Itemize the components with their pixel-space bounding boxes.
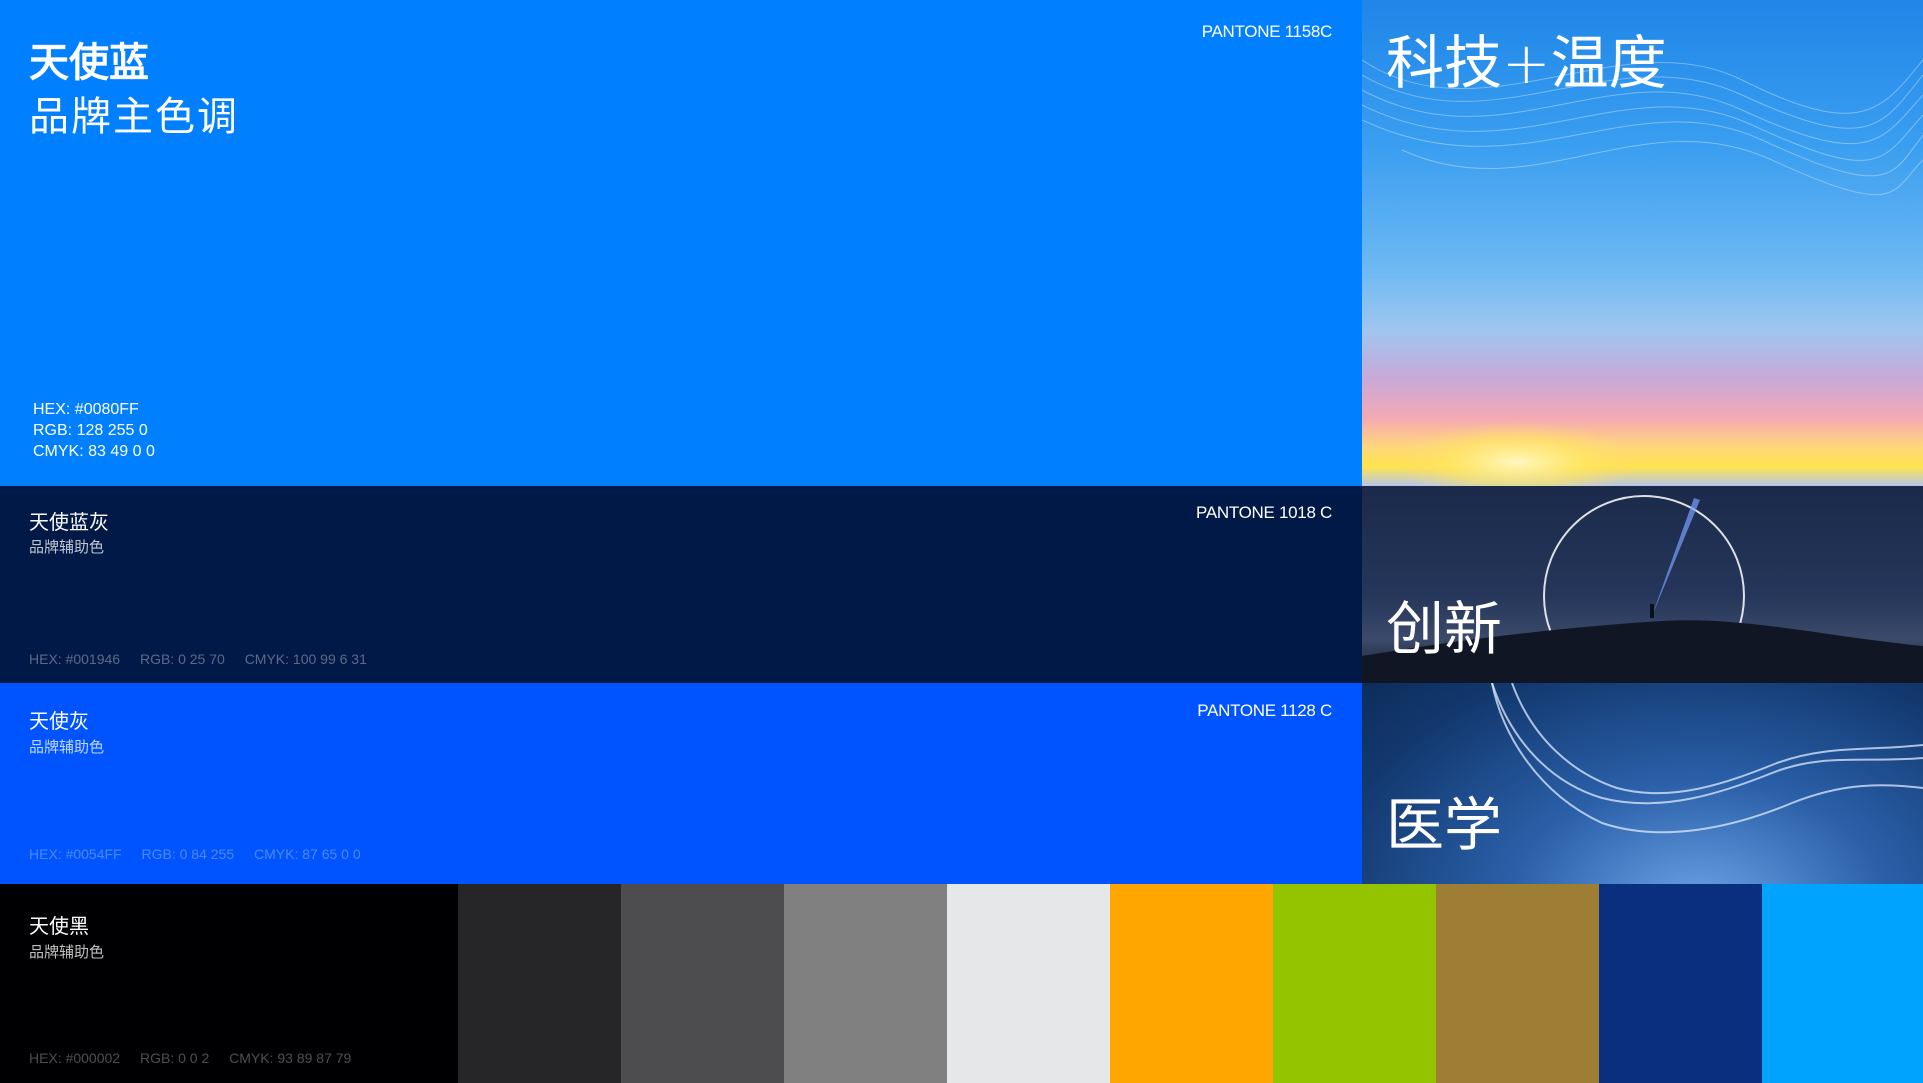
secondary-color-block-3: 天使黑 品牌辅助色 HEX: #000002 RGB: 0 0 2 CMYK: … xyxy=(0,884,458,1083)
image-tech-warmth: 科技+温度 xyxy=(1362,0,1923,486)
primary-hex: HEX: #0080FF xyxy=(33,401,139,418)
primary-pantone: PANTONE 1158C xyxy=(1201,22,1333,41)
secondary-2-name: 天使灰 xyxy=(29,709,89,733)
secondary-1-name: 天使蓝灰 xyxy=(29,510,109,534)
secondary-3-cmyk: CMYK: 93 89 87 79 xyxy=(229,1050,352,1066)
swatch-6 xyxy=(1273,884,1436,1083)
swatch-5 xyxy=(1110,884,1273,1083)
image-innovation: 创新 xyxy=(1362,486,1923,683)
secondary-1-subtitle: 品牌辅助色 xyxy=(29,538,105,556)
primary-rgb: RGB: 128 255 0 xyxy=(33,422,148,439)
swatch-8 xyxy=(1599,884,1762,1083)
secondary-2-hex: HEX: #0054FF xyxy=(29,846,122,862)
secondary-3-name: 天使黑 xyxy=(29,914,89,938)
swatch-9 xyxy=(1762,884,1923,1083)
secondary-1-rgb: RGB: 0 25 70 xyxy=(139,651,225,667)
primary-codes: HEX: #0080FF RGB: 128 255 0 CMYK: 83 49 … xyxy=(33,399,155,462)
secondary-color-block-2: 天使灰 品牌辅助色 PANTONE 1128 C HEX: #0054FF RG… xyxy=(0,683,1362,884)
secondary-3-rgb: RGB: 0 0 2 xyxy=(139,1050,210,1066)
image-label-medicine: 医学 xyxy=(1386,791,1503,859)
image-label-tech-warmth: 科技+温度 xyxy=(1386,29,1667,97)
secondary-3-hex: HEX: #000002 xyxy=(29,1050,121,1066)
secondary-3-subtitle: 品牌辅助色 xyxy=(29,943,105,961)
swatch-3 xyxy=(784,884,947,1083)
primary-color-block: 天使蓝 品牌主色调 PANTONE 1158C HEX: #0080FF RGB… xyxy=(0,0,1362,486)
secondary-2-cmyk: CMYK: 87 65 0 0 xyxy=(254,846,361,862)
secondary-3-codes: HEX: #000002 RGB: 0 0 2 CMYK: 93 89 87 7… xyxy=(29,1050,367,1066)
secondary-1-codes: HEX: #001946 RGB: 0 25 70 CMYK: 100 99 6… xyxy=(29,651,383,667)
secondary-2-codes: HEX: #0054FF RGB: 0 84 255 CMYK: 87 65 0… xyxy=(29,846,377,862)
swatch-7 xyxy=(1436,884,1599,1083)
image-medicine: 医学 xyxy=(1362,683,1923,884)
secondary-1-pantone: PANTONE 1018 C xyxy=(1196,503,1332,522)
swatch-4 xyxy=(947,884,1110,1083)
secondary-2-subtitle: 品牌辅助色 xyxy=(29,738,105,756)
primary-color-subtitle: 品牌主色调 xyxy=(29,94,239,140)
swatch-2 xyxy=(621,884,784,1083)
primary-color-name: 天使蓝 xyxy=(29,40,149,86)
secondary-2-rgb: RGB: 0 84 255 xyxy=(141,846,235,862)
secondary-1-hex: HEX: #001946 xyxy=(29,651,121,667)
swatch-1 xyxy=(458,884,621,1083)
secondary-color-block-1: 天使蓝灰 品牌辅助色 PANTONE 1018 C HEX: #001946 R… xyxy=(0,486,1362,683)
secondary-1-cmyk: CMYK: 100 99 6 31 xyxy=(244,651,367,667)
image-label-innovation: 创新 xyxy=(1386,595,1503,663)
secondary-2-pantone: PANTONE 1128 C xyxy=(1197,701,1332,720)
primary-cmyk: CMYK: 83 49 0 0 xyxy=(33,443,155,460)
